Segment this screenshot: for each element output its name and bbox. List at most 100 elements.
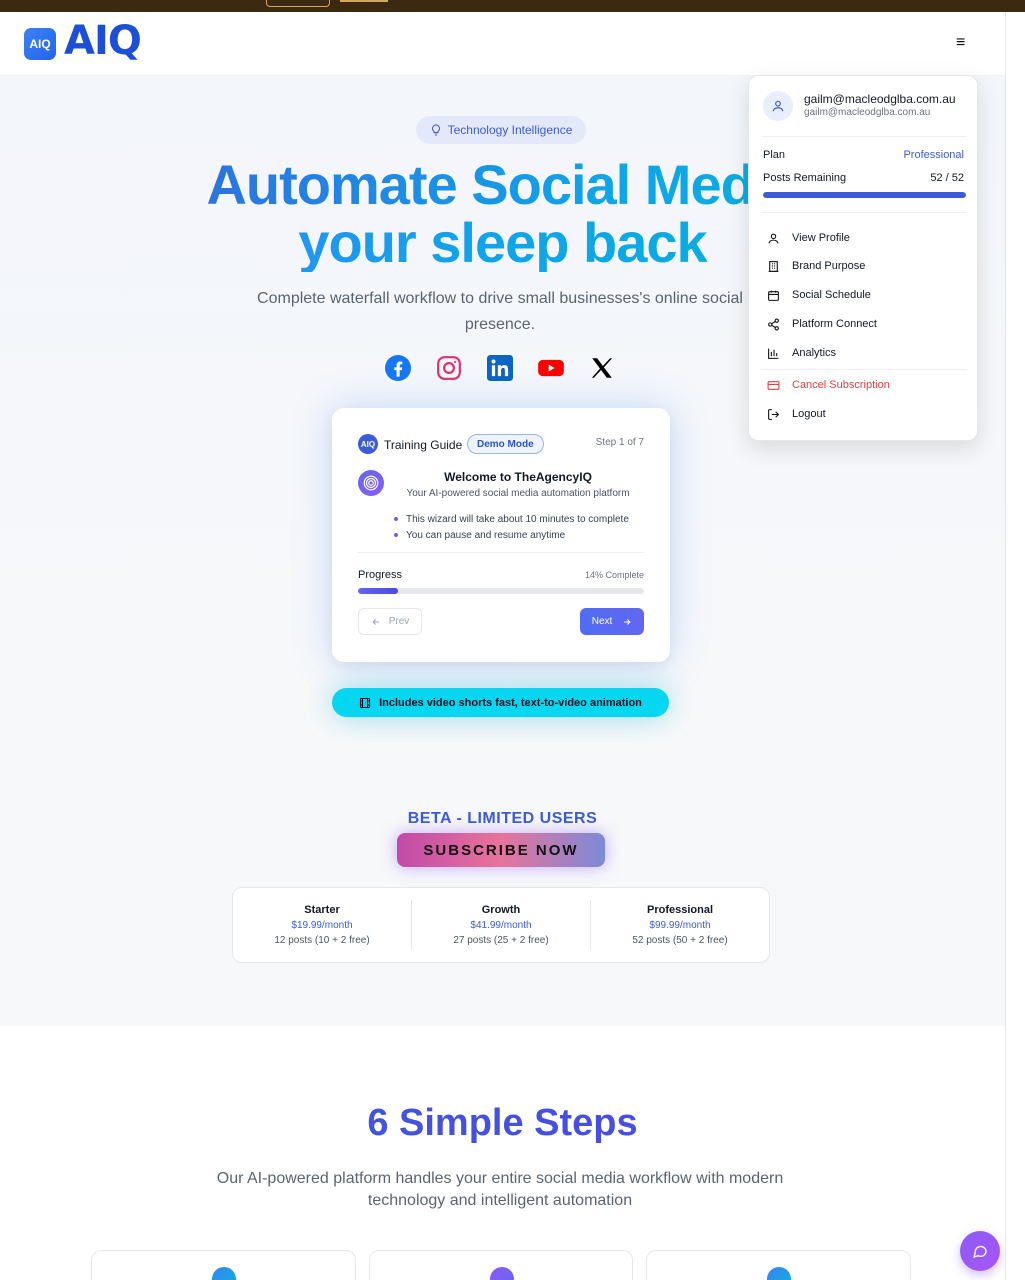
posts-remaining-bar bbox=[763, 192, 966, 198]
calendar-icon bbox=[768, 290, 779, 301]
guide-title: Training Guide bbox=[384, 438, 463, 452]
plan-name: Growth bbox=[481, 904, 521, 916]
menu-item-logout[interactable]: Logout bbox=[761, 401, 967, 427]
plan-price: $19.99/month bbox=[291, 920, 353, 931]
plan-name: Professional bbox=[646, 904, 714, 916]
beta-section: BETA - LIMITED USERS SUBSCRIBE NOW Start… bbox=[0, 743, 1005, 1026]
progress-label: Progress bbox=[358, 569, 403, 581]
next-label: Next bbox=[591, 616, 613, 627]
lightbulb-icon bbox=[431, 124, 440, 136]
chat-bubble-icon bbox=[973, 1245, 987, 1258]
video-feature-pill: Includes video shorts fast, text-to-vide… bbox=[332, 688, 669, 717]
users-icon bbox=[490, 1267, 514, 1280]
category-chip: Technology Intelligence bbox=[416, 116, 586, 144]
menu-item-platform-connect[interactable]: Platform Connect bbox=[761, 311, 967, 337]
target-icon bbox=[212, 1267, 236, 1280]
training-guide-card: AIQ Training Guide Demo Mode Step 1 of 7… bbox=[332, 408, 670, 662]
beta-title: BETA - LIMITED USERS bbox=[407, 810, 598, 827]
hamburger-icon[interactable]: ≡ bbox=[956, 34, 965, 52]
menu-item-social-schedule[interactable]: Social Schedule bbox=[761, 282, 967, 308]
guide-description: Your AI-powered social media automation … bbox=[406, 488, 630, 499]
menu-item-label: Platform Connect bbox=[792, 318, 877, 330]
account-email: gailm@macleodglba.com.au bbox=[804, 107, 931, 118]
guide-logo-badge: AIQ bbox=[358, 434, 378, 454]
plan-growth[interactable]: Growth $41.99/month 27 posts (25 + 2 fre… bbox=[411, 900, 590, 950]
avatar bbox=[763, 91, 793, 121]
share-icon bbox=[768, 318, 779, 330]
scrollbar-thumb[interactable] bbox=[1012, 52, 1020, 1262]
prev-button[interactable]: Prev bbox=[358, 608, 422, 635]
logo-wordmark[interactable]: AIQ bbox=[64, 18, 142, 64]
plan-label: Plan bbox=[763, 149, 786, 161]
credit-card-icon bbox=[767, 380, 780, 390]
menu-item-label: Analytics bbox=[792, 347, 837, 359]
menu-item-label: Cancel Subscription bbox=[792, 379, 890, 391]
demo-mode-badge: Demo Mode bbox=[467, 434, 544, 454]
target-icon bbox=[358, 470, 384, 496]
logout-icon bbox=[768, 408, 780, 420]
youtube-icon[interactable] bbox=[537, 354, 565, 382]
divider bbox=[761, 369, 967, 370]
step-card[interactable] bbox=[91, 1250, 356, 1280]
step-card[interactable] bbox=[646, 1250, 911, 1280]
bar-chart-icon bbox=[768, 348, 779, 359]
guide-bullet: You can pause and resume anytime bbox=[394, 527, 629, 543]
instagram-icon[interactable] bbox=[435, 354, 463, 382]
chat-button[interactable] bbox=[960, 1231, 1000, 1271]
plan-posts: 52 posts (50 + 2 free) bbox=[632, 935, 728, 946]
progress-bar bbox=[358, 588, 644, 594]
progress-bar-fill bbox=[358, 588, 399, 594]
guide-bullet: This wizard will take about 10 minutes t… bbox=[394, 511, 629, 527]
plan-posts: 27 posts (25 + 2 free) bbox=[453, 935, 549, 946]
account-dropdown: gailm@macleodglba.com.au gailm@macleodgl… bbox=[748, 75, 978, 441]
divider bbox=[358, 552, 644, 553]
x-icon[interactable] bbox=[588, 354, 616, 382]
posts-remaining-fill bbox=[763, 192, 966, 198]
video-feature-label: Includes video shorts fast, text-to-vide… bbox=[379, 696, 642, 709]
subscribe-now-button[interactable]: SUBSCRIBE NOW bbox=[397, 833, 605, 867]
progress-percent: 14% Complete bbox=[584, 570, 644, 580]
hero-subtitle: Complete waterfall workflow to drive sma… bbox=[257, 290, 743, 333]
scrollbar[interactable] bbox=[1005, 12, 1025, 1280]
pricing-plans: Starter $19.99/month 12 posts (10 + 2 fr… bbox=[232, 887, 770, 963]
menu-item-label: Brand Purpose bbox=[792, 260, 866, 272]
menu-item-analytics[interactable]: Analytics bbox=[761, 340, 967, 366]
plan-posts: 12 posts (10 + 2 free) bbox=[274, 935, 370, 946]
menu-item-view-profile[interactable]: View Profile bbox=[761, 225, 967, 251]
account-name: gailm@macleodglba.com.au bbox=[804, 92, 956, 106]
plan-name: Starter bbox=[304, 904, 340, 916]
megaphone-icon bbox=[767, 1267, 791, 1280]
browser-tab-pill[interactable] bbox=[266, 0, 330, 7]
menu-item-brand-purpose[interactable]: Brand Purpose bbox=[761, 253, 967, 279]
plan-value: Professional bbox=[903, 149, 964, 161]
guide-welcome-heading: Welcome to TheAgencyIQ bbox=[444, 470, 592, 484]
arrow-right-icon bbox=[624, 618, 631, 625]
film-icon bbox=[360, 697, 371, 708]
divider bbox=[761, 136, 967, 137]
posts-remaining-value: 52 / 52 bbox=[930, 172, 964, 184]
site-header: AIQ AIQ ≡ bbox=[0, 12, 1005, 76]
next-button[interactable]: Next bbox=[580, 608, 644, 635]
browser-tab-bar bbox=[340, 0, 388, 2]
building-icon bbox=[768, 260, 779, 272]
plan-professional[interactable]: Professional $99.99/month 52 posts (50 +… bbox=[590, 900, 769, 950]
divider bbox=[761, 212, 967, 213]
chip-label: Technology Intelligence bbox=[447, 123, 573, 137]
steps-description: Our AI-powered platform handles your ent… bbox=[216, 1170, 784, 1209]
logo-badge[interactable]: AIQ bbox=[24, 28, 56, 60]
plan-starter[interactable]: Starter $19.99/month 12 posts (10 + 2 fr… bbox=[233, 900, 411, 950]
plan-price: $99.99/month bbox=[649, 920, 711, 931]
steps-title: 6 Simple Steps bbox=[0, 1102, 1005, 1145]
social-icons bbox=[384, 354, 624, 384]
browser-top-strip bbox=[0, 0, 1025, 12]
menu-item-label: View Profile bbox=[792, 232, 850, 244]
arrow-left-icon bbox=[372, 618, 379, 625]
prev-label: Prev bbox=[388, 616, 410, 627]
linkedin-icon[interactable] bbox=[486, 354, 514, 382]
page: AIQ AIQ ≡ Technology Intelligence Automa… bbox=[0, 12, 1005, 1280]
user-icon bbox=[772, 100, 784, 112]
menu-item-cancel-subscription[interactable]: Cancel Subscription bbox=[761, 372, 967, 398]
facebook-icon[interactable] bbox=[384, 354, 412, 382]
posts-remaining-label: Posts Remaining bbox=[763, 172, 847, 184]
step-card[interactable] bbox=[369, 1250, 633, 1280]
